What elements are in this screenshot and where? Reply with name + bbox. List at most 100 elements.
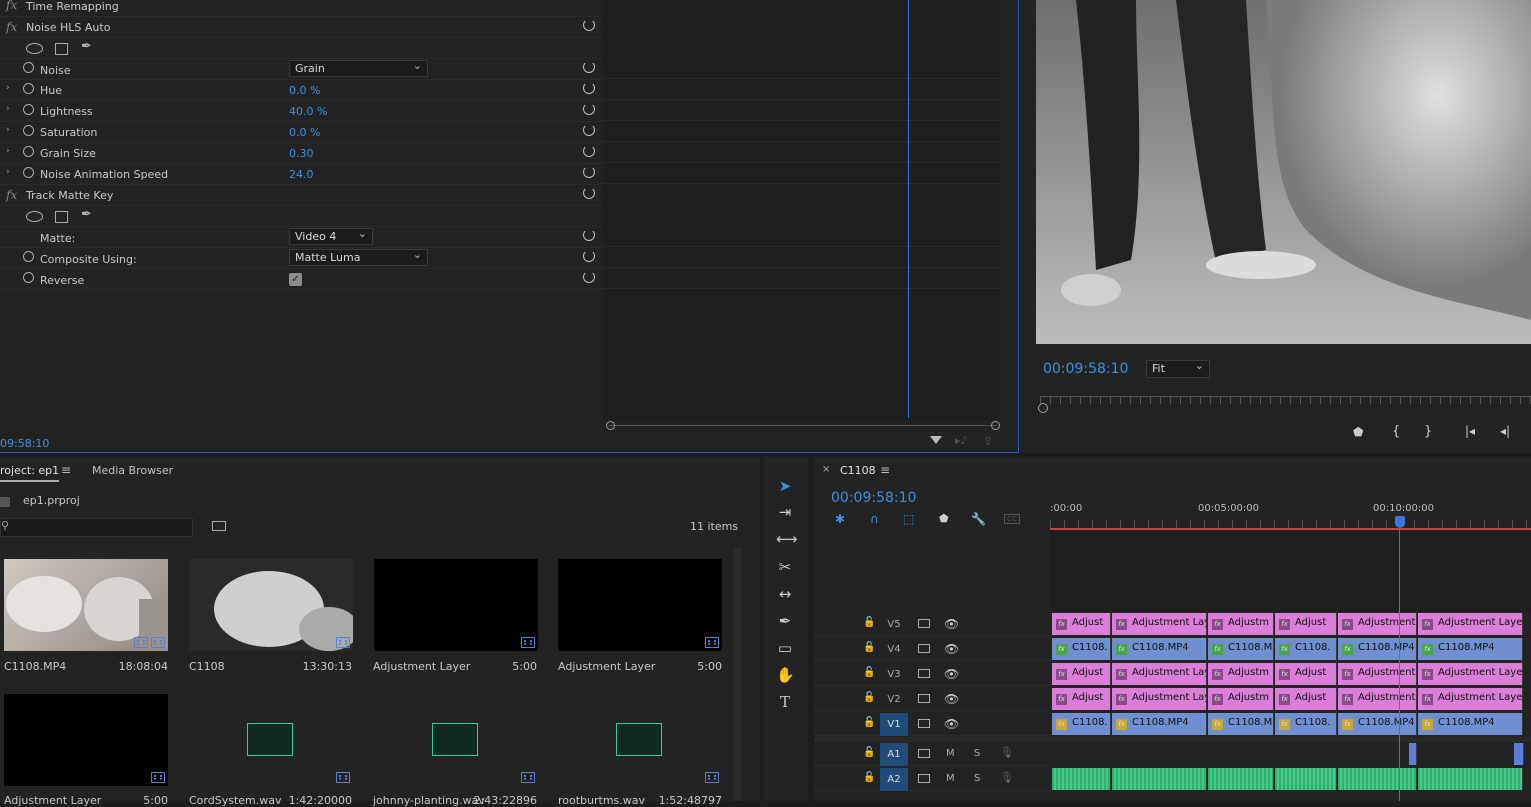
zoom-scroll-bar[interactable] [609,425,997,426]
thumb-c1108-mp4[interactable] [4,559,168,651]
clip-adj[interactable]: fx Adjustment [1338,663,1417,685]
lock-icon[interactable]: 🔓 [863,772,875,783]
clip-vid[interactable]: fx C1108.M [1208,638,1274,660]
audio-clip-small[interactable] [1409,743,1417,765]
reset-icon[interactable] [583,103,595,115]
lock-icon[interactable]: 🔓 [863,717,875,728]
reset-icon[interactable] [583,166,595,178]
reset-icon[interactable] [583,145,595,157]
clip-adj[interactable]: fx Adjust [1275,663,1337,685]
clip-vid[interactable]: fx C1108.MP4 [1338,638,1417,660]
lock-icon[interactable]: 🔓 [863,617,875,628]
scroll-handle-left[interactable] [606,421,615,430]
settings-wrench-icon[interactable]: 🔧 [971,512,986,526]
toggle-sync-icon[interactable] [918,719,930,728]
mark-out-icon[interactable]: } [1424,424,1432,439]
expand-icon[interactable]: › [6,125,10,135]
playhead-line[interactable] [908,0,909,418]
mute-button[interactable]: M [946,748,955,759]
grain-size-value[interactable]: 0.30 [289,147,314,160]
thumb-c1108[interactable] [189,559,359,651]
clip-vid[interactable]: fx C1108. [1275,638,1337,660]
lightness-value[interactable]: 40.0 % [289,105,327,118]
track-header-v5[interactable] [814,612,1050,636]
clip-vid[interactable]: fx C1108.MP4 [1418,638,1523,660]
toggle-sync-icon[interactable] [918,619,930,628]
toggle-sync-icon[interactable] [918,669,930,678]
toggle-sync-icon[interactable] [918,749,930,758]
ellipse-mask-icon[interactable] [26,211,43,222]
clip-vid[interactable]: fx C1108. [1275,713,1337,735]
reset-icon[interactable] [583,229,595,241]
add-marker-icon[interactable]: ⬟ [939,512,949,525]
reset-icon[interactable] [583,61,595,73]
toggle-sync-icon[interactable] [918,774,930,783]
playhead-handle[interactable] [1038,403,1048,413]
reverse-checkbox[interactable]: ✓ [289,273,302,286]
audio-clip[interactable] [1112,768,1207,790]
ec-timecode[interactable]: 09:58:10 [0,437,49,450]
hand-tool-icon[interactable]: ✋ [776,666,795,684]
lock-icon[interactable]: 🔓 [863,667,875,678]
clip-adj[interactable]: fx Adjustm [1208,663,1274,685]
scroll-handle-right[interactable] [991,421,1000,430]
eye-icon[interactable]: 👁 [944,717,959,731]
ellipse-mask-icon[interactable] [26,43,43,54]
track-header-v4[interactable] [814,637,1050,661]
mark-in-icon[interactable]: { [1392,424,1400,439]
razor-tool-icon[interactable]: ✂ [776,558,794,576]
captions-icon[interactable]: CC [1004,514,1020,524]
composite-dropdown[interactable]: Matte Luma [289,247,428,266]
export-icon[interactable]: ⇪ [983,434,993,448]
reset-icon[interactable] [583,82,595,94]
solo-button[interactable]: S [974,773,980,784]
audio-clip[interactable] [1338,768,1417,790]
stopwatch-icon[interactable] [23,272,34,283]
clip-adj[interactable]: fx Adjustment Lay [1112,663,1207,685]
step-back-icon[interactable]: ◂| [1500,424,1510,438]
solo-button[interactable]: S [974,748,980,759]
lock-icon[interactable]: 🔓 [863,747,875,758]
clip-adj[interactable]: fx Adjust [1275,613,1337,635]
clip-adj[interactable]: fx Adjustment Layer [1418,663,1523,685]
tab-project[interactable]: roject: ep1 [0,464,60,482]
clip-adj[interactable]: fx Adjustment Layer [1418,613,1523,635]
mute-button[interactable]: M [946,773,955,784]
effect-track-matte-key[interactable]: fx Track Matte Key [0,185,602,206]
stopwatch-icon[interactable] [23,146,34,157]
microphone-icon[interactable]: 🎙 [1000,746,1014,759]
rectangle-mask-icon[interactable] [55,211,68,223]
timeline-timecode[interactable]: 00:09:58:10 [831,490,916,506]
pen-mask-icon[interactable]: ✒ [81,39,92,54]
track-header-v1[interactable] [814,712,1050,736]
panel-menu-icon[interactable]: ≡ [61,463,71,477]
effect-time-remapping[interactable]: fx Time Remapping [0,0,602,17]
eye-icon[interactable]: 👁 [944,617,959,631]
rectangle-mask-icon[interactable] [55,43,68,55]
selection-tool-icon[interactable]: ➤ [776,477,794,495]
track-label[interactable]: V2 [880,688,908,711]
clip-vid[interactable]: fx C1108.M [1208,713,1274,735]
eye-icon[interactable]: 👁 [944,667,959,681]
track-header-a1[interactable] [814,742,1050,766]
clip-adj[interactable]: fx Adjustm [1208,688,1274,710]
rectangle-tool-icon[interactable]: ▭ [776,639,794,657]
track-label[interactable]: V4 [880,638,908,661]
clip-adj[interactable]: fx Adjustment Lay [1112,688,1207,710]
expand-icon[interactable]: › [6,146,10,156]
search-input[interactable] [0,518,193,537]
eye-icon[interactable]: 👁 [944,692,959,706]
filter-icon[interactable] [930,436,942,444]
reset-icon[interactable] [583,271,595,283]
tab-media-browser[interactable]: Media Browser [92,464,173,477]
thumb-adjustment-layer-2[interactable] [558,559,722,651]
panel-menu-icon[interactable]: ≡ [880,463,890,477]
matte-dropdown[interactable]: Video 4 [289,226,373,245]
track-label[interactable]: A1 [880,743,908,766]
fit-dropdown[interactable]: Fit [1146,358,1210,378]
close-icon[interactable]: × [822,464,830,475]
reset-icon[interactable] [583,19,595,31]
audio-clip[interactable] [1208,768,1274,790]
pen-tool-icon[interactable]: ✒ [776,612,794,630]
clip-vid[interactable]: fx C1108. [1052,638,1111,660]
